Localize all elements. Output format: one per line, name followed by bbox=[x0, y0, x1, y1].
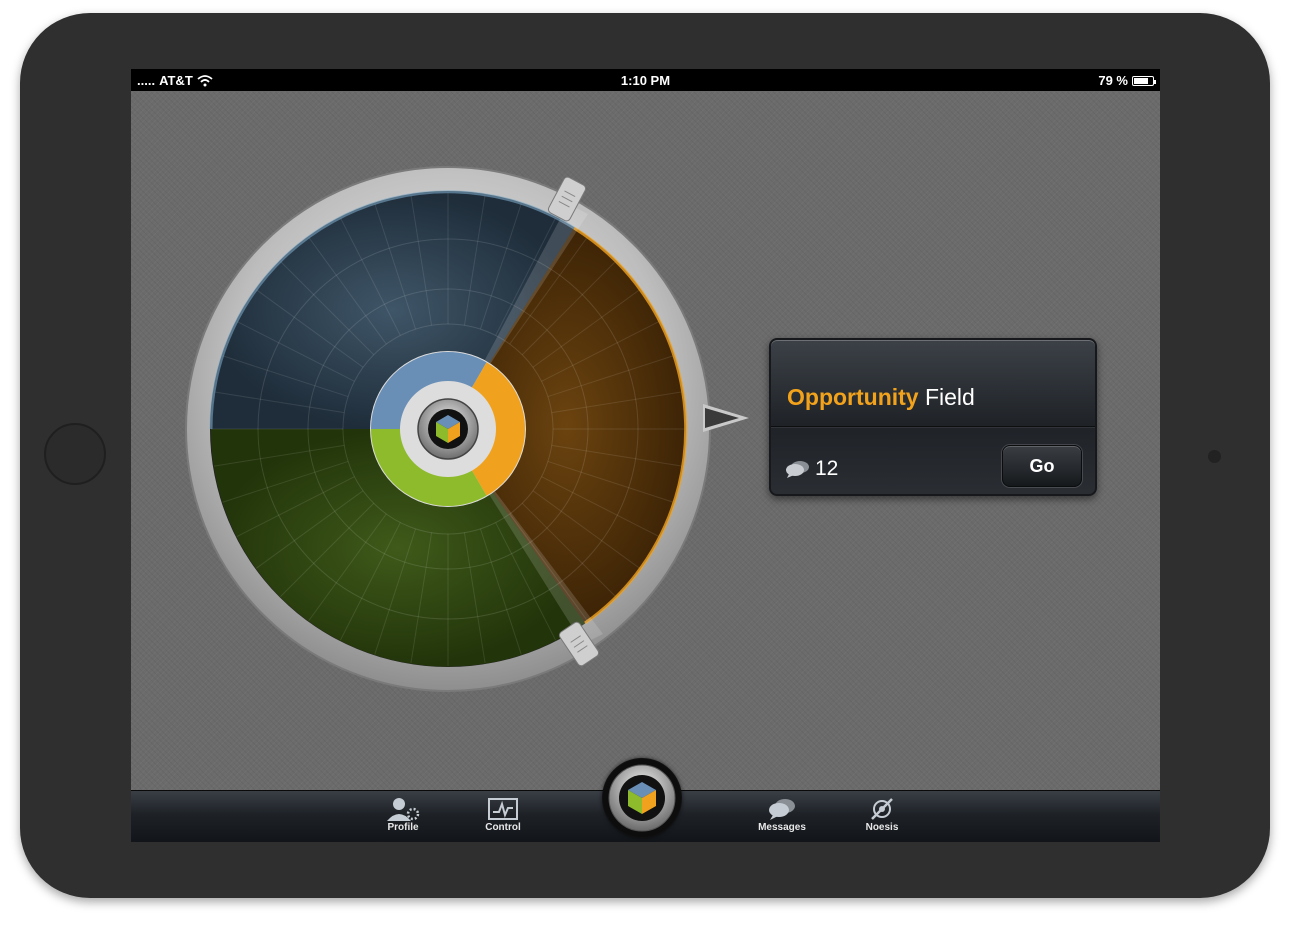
noesis-icon bbox=[871, 798, 893, 820]
control-icon bbox=[488, 798, 518, 820]
center-home-button[interactable] bbox=[602, 758, 682, 838]
home-button[interactable] bbox=[44, 423, 106, 485]
profile-icon bbox=[387, 798, 420, 821]
cube-icon[interactable] bbox=[417, 398, 479, 460]
tab-profile-label: Profile bbox=[387, 822, 419, 833]
tab-control[interactable]: Control bbox=[463, 795, 543, 833]
card-divider bbox=[771, 426, 1095, 427]
status-bar: ..... AT&T 1:10 PM 79 % bbox=[131, 69, 1160, 91]
camera bbox=[1208, 450, 1221, 463]
card-title-highlight: Opportunity bbox=[787, 384, 919, 410]
card-title: Opportunity Field bbox=[787, 384, 975, 411]
opportunity-dial[interactable] bbox=[183, 164, 713, 694]
opportunity-card: Opportunity Field 12 Go bbox=[769, 338, 1097, 496]
comments-icon bbox=[786, 461, 809, 478]
messages-icon bbox=[769, 799, 795, 820]
tab-messages[interactable]: Messages bbox=[742, 795, 822, 833]
card-title-rest: Field bbox=[924, 384, 975, 410]
tab-control-label: Control bbox=[485, 822, 521, 833]
comment-count[interactable]: 12 bbox=[785, 457, 838, 481]
card-pointer-inner bbox=[705, 408, 739, 428]
go-button[interactable]: Go bbox=[1002, 445, 1082, 487]
tab-noesis[interactable]: Noesis bbox=[842, 795, 922, 833]
tab-messages-label: Messages bbox=[758, 822, 806, 833]
status-time: 1:10 PM bbox=[620, 73, 671, 88]
tab-profile[interactable]: Profile bbox=[363, 795, 443, 833]
battery-icon bbox=[1132, 75, 1156, 86]
tab-noesis-label: Noesis bbox=[865, 822, 899, 833]
screen: ..... AT&T 1:10 PM 79 % Opportunity Fiel… bbox=[131, 69, 1160, 842]
battery-percent: 79 % bbox=[1098, 73, 1128, 88]
comment-count-value: 12 bbox=[815, 457, 839, 480]
